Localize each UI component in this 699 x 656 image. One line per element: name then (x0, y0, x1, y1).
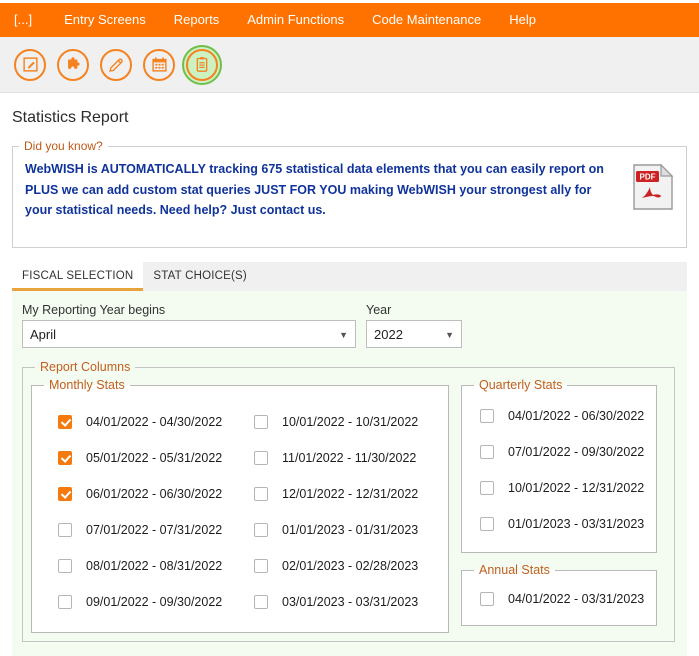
annual-checkbox-row[interactable]: 04/01/2022 - 03/31/2023 (470, 583, 648, 615)
monthly-checkbox-label-10: 02/01/2023 - 02/28/2023 (282, 559, 419, 573)
calendar-icon (143, 48, 175, 81)
nav-item-code-maintenance[interactable]: Code Maintenance (358, 3, 495, 37)
pencil-icon (100, 48, 132, 81)
quarterly-checkbox-row[interactable]: 01/01/2023 - 03/31/2023 (470, 506, 648, 542)
puzzle-piece-icon (57, 48, 89, 81)
monthly-stats-grid: 04/01/2022 - 04/30/2022 10/01/2022 - 10/… (40, 398, 440, 622)
monthly-checkbox-row[interactable]: 03/01/2023 - 03/31/2023 (254, 584, 440, 620)
monthly-checkbox-row[interactable]: 11/01/2022 - 11/30/2022 (254, 440, 440, 476)
monthly-checkbox-8[interactable] (254, 487, 268, 501)
nav-item-admin-functions[interactable]: Admin Functions (233, 3, 358, 37)
edit-square-icon (14, 48, 46, 81)
monthly-checkbox-2[interactable] (58, 487, 72, 501)
monthly-checkbox-row[interactable]: 10/01/2022 - 10/31/2022 (254, 404, 440, 440)
clipped-top-row-text: • ....... • ......... • ........ • ... •… (4, 0, 163, 3)
tab-stat-choices[interactable]: STAT CHOICE(S) (143, 262, 257, 291)
monthly-stats-legend: Monthly Stats (49, 378, 125, 392)
page-title: Statistics Report (12, 109, 129, 126)
pdf-download-icon[interactable]: PDF (632, 163, 674, 214)
year-select[interactable]: 2022 (366, 320, 462, 348)
svg-text:PDF: PDF (640, 173, 656, 182)
quarterly-checkbox-label-2: 10/01/2022 - 12/31/2022 (508, 481, 645, 495)
monthly-checkbox-row[interactable]: 07/01/2022 - 07/31/2022 (58, 512, 244, 548)
quarterly-checkbox-1[interactable] (480, 445, 494, 459)
clipboard-report-icon (186, 48, 218, 81)
monthly-checkbox-label-7: 11/01/2022 - 11/30/2022 (282, 451, 417, 465)
monthly-checkbox-label-2: 06/01/2022 - 06/30/2022 (86, 487, 223, 501)
quarterly-checkbox-row[interactable]: 10/01/2022 - 12/31/2022 (470, 470, 648, 506)
monthly-checkbox-11[interactable] (254, 595, 268, 609)
year-label: Year (366, 303, 392, 317)
report-columns-fieldset: Report Columns Monthly Stats 04/01/2022 … (22, 360, 675, 642)
annual-stats-legend: Annual Stats (479, 563, 550, 577)
annual-checkbox-label-0: 04/01/2022 - 03/31/2023 (508, 592, 645, 606)
calendar-toolbar-button[interactable] (139, 45, 179, 85)
quarterly-checkbox-2[interactable] (480, 481, 494, 495)
right-stats-column: Quarterly Stats 04/01/2022 - 06/30/2022 … (461, 378, 657, 626)
icon-toolbar (0, 37, 699, 93)
quarterly-stats-fieldset: Quarterly Stats 04/01/2022 - 06/30/2022 … (461, 378, 657, 553)
monthly-checkbox-9[interactable] (254, 523, 268, 537)
tab-fiscal-selection[interactable]: FISCAL SELECTION (12, 262, 144, 291)
monthly-checkbox-label-0: 04/01/2022 - 04/30/2022 (86, 415, 223, 429)
monthly-checkbox-3[interactable] (58, 523, 72, 537)
reporting-year-field-group: My Reporting Year begins April ▼ (22, 303, 356, 348)
year-field-group: Year 2022 ▼ (366, 303, 462, 348)
monthly-checkbox-label-4: 08/01/2022 - 08/31/2022 (86, 559, 223, 573)
monthly-checkbox-row[interactable]: 01/01/2023 - 01/31/2023 (254, 512, 440, 548)
did-you-know-legend: Did you know? (24, 139, 103, 153)
quarterly-checkbox-label-0: 04/01/2022 - 06/30/2022 (508, 409, 645, 423)
monthly-checkbox-7[interactable] (254, 451, 268, 465)
monthly-checkbox-row[interactable]: 02/01/2023 - 02/28/2023 (254, 548, 440, 584)
monthly-checkbox-row[interactable]: 06/01/2022 - 06/30/2022 (58, 476, 244, 512)
quarterly-checkbox-0[interactable] (480, 409, 494, 423)
monthly-checkbox-6[interactable] (254, 415, 268, 429)
monthly-stats-fieldset: Monthly Stats 04/01/2022 - 04/30/2022 10… (31, 378, 449, 633)
report-columns-legend: Report Columns (40, 360, 131, 374)
monthly-checkbox-label-6: 10/01/2022 - 10/31/2022 (282, 415, 419, 429)
clipboard-report-toolbar-button[interactable] (182, 44, 222, 85)
nav-item-help[interactable]: Help (495, 3, 550, 37)
quarterly-checkbox-label-3: 01/01/2023 - 03/31/2023 (508, 517, 645, 531)
nav-item-overflow[interactable]: [...] (14, 3, 50, 37)
monthly-checkbox-5[interactable] (58, 595, 72, 609)
monthly-checkbox-row[interactable]: 08/01/2022 - 08/31/2022 (58, 548, 244, 584)
main-navigation-bar: [...] Entry Screens Reports Admin Functi… (0, 3, 699, 37)
reporting-year-label: My Reporting Year begins (22, 303, 166, 317)
quarterly-stats-legend: Quarterly Stats (479, 378, 563, 392)
monthly-checkbox-label-8: 12/01/2022 - 12/31/2022 (282, 487, 419, 501)
monthly-checkbox-label-11: 03/01/2023 - 03/31/2023 (282, 595, 419, 609)
pencil-toolbar-button[interactable] (96, 45, 136, 85)
edit-square-toolbar-button[interactable] (10, 45, 50, 85)
tab-bar: FISCAL SELECTION STAT CHOICE(S) (12, 262, 687, 291)
did-you-know-message: WebWISH is AUTOMATICALLY tracking 675 st… (25, 162, 604, 218)
did-you-know-panel: Did you know? WebWISH is AUTOMATICALLY t… (12, 139, 687, 248)
monthly-checkbox-row[interactable]: 05/01/2022 - 05/31/2022 (58, 440, 244, 476)
quarterly-checkbox-3[interactable] (480, 517, 494, 531)
fiscal-selection-panel: My Reporting Year begins April ▼ Year 20… (12, 291, 687, 656)
nav-item-reports[interactable]: Reports (160, 3, 234, 37)
monthly-checkbox-10[interactable] (254, 559, 268, 573)
monthly-checkbox-label-1: 05/01/2022 - 05/31/2022 (86, 451, 223, 465)
reporting-year-select[interactable]: April (22, 320, 356, 348)
monthly-checkbox-0[interactable] (58, 415, 72, 429)
quarterly-checkbox-row[interactable]: 07/01/2022 - 09/30/2022 (470, 434, 648, 470)
clipped-top-row: • ....... • ......... • ........ • ... •… (0, 0, 699, 3)
annual-stats-fieldset: Annual Stats 04/01/2022 - 03/31/2023 (461, 563, 657, 626)
fiscal-year-form-row: My Reporting Year begins April ▼ Year 20… (22, 303, 675, 348)
monthly-checkbox-row[interactable]: 04/01/2022 - 04/30/2022 (58, 404, 244, 440)
quarterly-checkbox-label-1: 07/01/2022 - 09/30/2022 (508, 445, 645, 459)
puzzle-piece-toolbar-button[interactable] (53, 45, 93, 85)
monthly-checkbox-label-5: 09/01/2022 - 09/30/2022 (86, 595, 223, 609)
monthly-checkbox-row[interactable]: 09/01/2022 - 09/30/2022 (58, 584, 244, 620)
page-body: Statistics Report Did you know? WebWISH … (0, 109, 699, 656)
monthly-checkbox-label-9: 01/01/2023 - 01/31/2023 (282, 523, 419, 537)
monthly-checkbox-4[interactable] (58, 559, 72, 573)
monthly-checkbox-row[interactable]: 12/01/2022 - 12/31/2022 (254, 476, 440, 512)
monthly-checkbox-label-3: 07/01/2022 - 07/31/2022 (86, 523, 223, 537)
monthly-checkbox-1[interactable] (58, 451, 72, 465)
nav-item-entry-screens[interactable]: Entry Screens (50, 3, 160, 37)
quarterly-checkbox-row[interactable]: 04/01/2022 - 06/30/2022 (470, 398, 648, 434)
annual-checkbox-0[interactable] (480, 592, 494, 606)
